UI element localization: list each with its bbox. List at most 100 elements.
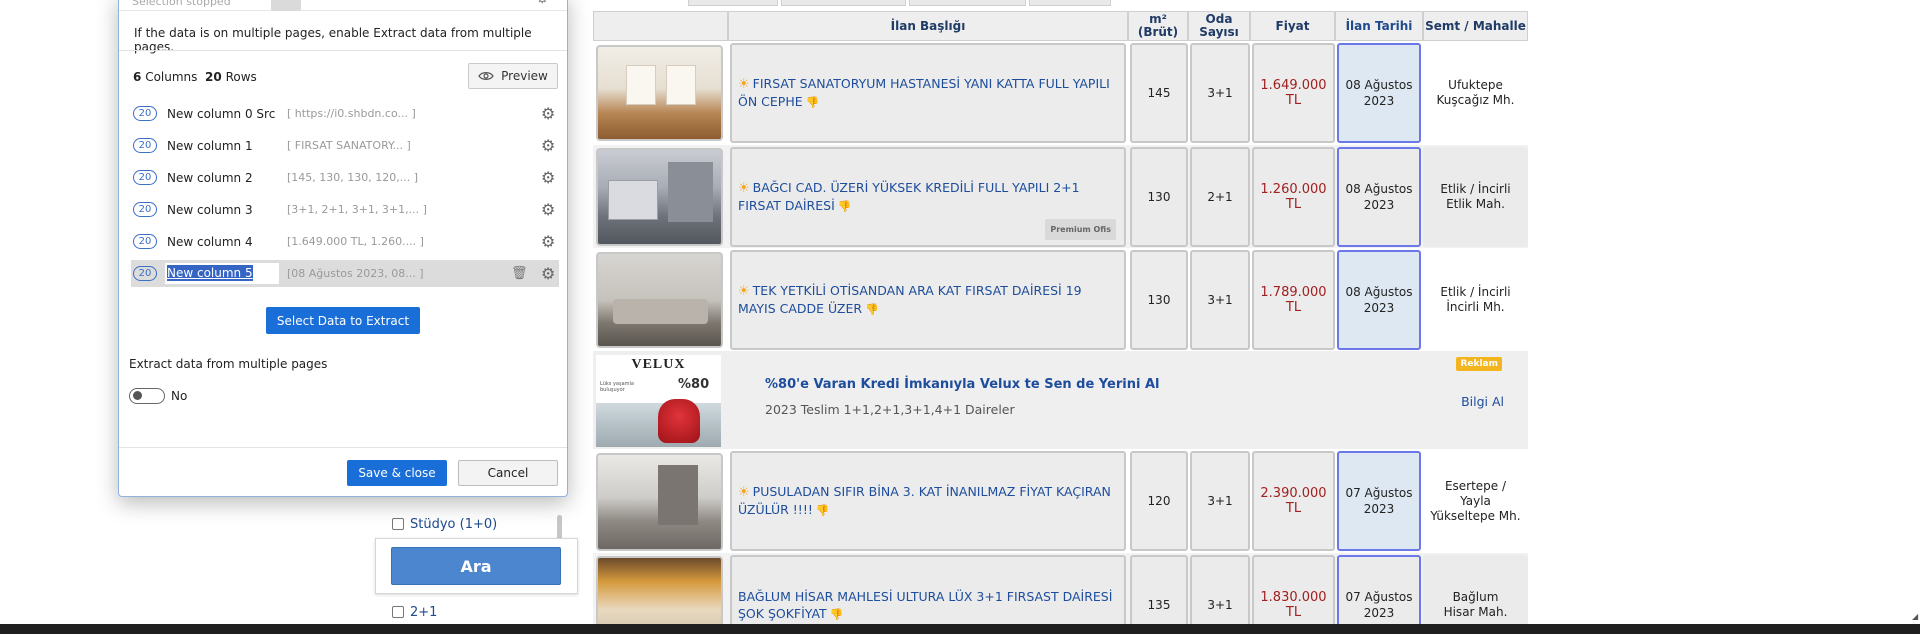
header-title[interactable]: İlan Başlığı <box>728 11 1128 41</box>
listing-date: 07 Ağustos 2023 <box>1337 451 1421 551</box>
tab-strip <box>593 0 1528 6</box>
row-count-badge: 20 <box>133 170 157 185</box>
listing-area: 120 <box>1130 451 1188 551</box>
row-count-badge: 20 <box>133 202 157 217</box>
checkbox[interactable] <box>392 606 404 618</box>
columns-rows-summary: 6 Columns 20 Rows <box>133 70 257 84</box>
listing-photo[interactable] <box>596 252 723 348</box>
listing-rooms: 3+1 <box>1190 555 1250 624</box>
column-name-input[interactable]: New column 5 <box>165 263 279 284</box>
column-name[interactable]: New column 4 <box>167 235 253 249</box>
taskbar-strip <box>0 624 1920 634</box>
row-count-badge: 20 <box>133 106 157 121</box>
column-sample: [1.649.000 TL, 1.260.... ] <box>287 235 424 248</box>
header-price[interactable]: Fiyat <box>1250 11 1335 41</box>
column-row-selected[interactable]: 20 New column 5 [08 Ağustos 2023, 08... … <box>131 260 559 287</box>
listing-location: Bağlum Hisar Mah. <box>1423 555 1528 624</box>
column-name[interactable]: New column 2 <box>167 171 253 185</box>
table-row[interactable]: BAĞLUM HİSAR MAHLESİ ULTURA LÜX 3+1 FIRS… <box>593 553 1528 624</box>
column-row[interactable]: 20 New column 1 [ FIRSAT SANATORY... ] ⚙ <box>131 132 559 159</box>
selection-status: Selection stopped <box>132 0 231 8</box>
listing-location: Etlik / İncirli İncirli Mh. <box>1440 285 1511 314</box>
gear-icon[interactable]: ⚙ <box>541 264 555 283</box>
gear-icon[interactable]: ⚙ <box>541 200 555 219</box>
listing-photo[interactable] <box>596 45 723 141</box>
preview-button[interactable]: Preview <box>468 63 558 89</box>
header-location[interactable]: Semt / Mahalle <box>1423 11 1528 41</box>
listing-location: Etlik / İncirli Etlik Mah. <box>1423 147 1528 247</box>
column-row[interactable]: 20 New column 2 [145, 130, 130, 120,... … <box>131 164 559 191</box>
listing-price: 1.260.000 TL <box>1252 147 1335 247</box>
table-row[interactable]: ☀ BAĞCI CAD. ÜZERİ YÜKSEK KREDİLİ FULL YA… <box>593 145 1528 248</box>
listing-date: 08 Ağustos 2023 <box>1337 147 1421 247</box>
column-row[interactable]: 20 New column 4 [1.649.000 TL, 1.260....… <box>131 228 559 255</box>
tab-stub[interactable] <box>688 0 778 6</box>
gear-icon[interactable]: ⚙ <box>541 232 555 251</box>
ad-row[interactable]: VELUX Lüks yaşamla buluşuyor %80 %80'e V… <box>593 351 1528 449</box>
listing-rooms: 2+1 <box>1190 147 1250 247</box>
column-sample: [145, 130, 130, 120,... ] <box>287 171 419 184</box>
trash-icon[interactable]: 🗑 <box>511 266 528 281</box>
gear-icon[interactable]: ⚙ <box>541 104 555 123</box>
thumbs-icon: 👎 <box>865 303 879 316</box>
table-row[interactable]: ☀ PUSULADAN SIFIR BİNA 3. KAT İNANILMAZ F… <box>593 449 1528 553</box>
tab-stub[interactable] <box>781 0 906 6</box>
listing-price: 1.830.000 TL <box>1252 555 1335 624</box>
gear-icon[interactable]: ⚙ <box>541 136 555 155</box>
header-rooms[interactable]: Oda Sayısı <box>1188 11 1250 41</box>
header-date[interactable]: İlan Tarihi <box>1335 11 1423 41</box>
thumbs-icon: 👎 <box>805 96 820 109</box>
ad-title[interactable]: %80'e Varan Kredi İmkanıyla Velux te Sen… <box>765 377 1159 392</box>
eye-icon <box>478 72 494 80</box>
checkbox[interactable] <box>392 518 404 530</box>
column-row[interactable]: 20 New column 0 Src [ https://i0.shbdn.c… <box>131 100 559 127</box>
listing-rooms: 3+1 <box>1190 451 1250 551</box>
table-row[interactable]: ☀ TEK YETKİLİ OTİSANDAN ARA KAT FIRSAT DA… <box>593 248 1528 351</box>
listing-title[interactable]: ☀ TEK YETKİLİ OTİSANDAN ARA KAT FIRSAT DA… <box>730 250 1126 350</box>
header-area[interactable]: m² (Brüt) <box>1128 11 1188 41</box>
scroll-arrow-icon[interactable]: ◢ <box>1912 612 1920 621</box>
column-name[interactable]: New column 1 <box>167 139 253 153</box>
ad-info-link[interactable]: Bilgi Al <box>1461 394 1504 409</box>
listing-price: 2.390.000 TL <box>1252 451 1335 551</box>
sun-icon: ☀ <box>738 284 750 299</box>
select-data-button[interactable]: Select Data to Extract <box>266 307 420 334</box>
tab-stub[interactable] <box>1029 0 1111 6</box>
listing-price: 1.789.000 TL <box>1252 250 1335 350</box>
multi-pages-heading: Extract data from multiple pages <box>129 357 328 371</box>
listing-title[interactable]: ☀ BAĞCI CAD. ÜZERİ YÜKSEK KREDİLİ FULL YA… <box>730 147 1126 247</box>
listing-location: Ufuktepe Kuşcağız Mh. <box>1436 78 1515 107</box>
column-sample: [ FIRSAT SANATORY... ] <box>287 139 411 152</box>
listing-date: 08 Ağustos 2023 <box>1337 43 1421 143</box>
listing-rooms: 3+1 <box>1190 43 1250 143</box>
row-count-badge: 20 <box>133 138 157 153</box>
listing-title[interactable]: BAĞLUM HİSAR MAHLESİ ULTURA LÜX 3+1 FIRS… <box>730 555 1126 624</box>
extract-data-dialog: Selection stopped ⚙ If the data is on mu… <box>118 0 568 497</box>
listing-title[interactable]: ☀ FIRSAT SANATORYUM HASTANESİ YANI KATTA … <box>730 43 1126 143</box>
filter-option[interactable]: 2+1 <box>392 603 437 621</box>
filter-option[interactable]: Stüdyo (1+0) <box>392 515 497 533</box>
listing-area: 130 <box>1130 147 1188 247</box>
search-button[interactable]: Ara <box>391 547 561 585</box>
gear-icon[interactable]: ⚙ <box>536 0 549 7</box>
table-row[interactable]: ☀ FIRSAT SANATORYUM HASTANESİ YANI KATTA … <box>593 41 1528 145</box>
listing-area: 130 <box>1130 250 1188 350</box>
ad-subtitle: 2023 Teslim 1+1,2+1,3+1,4+1 Daireler <box>765 402 1015 417</box>
listing-photo[interactable] <box>596 453 723 551</box>
gear-icon[interactable]: ⚙ <box>541 168 555 187</box>
listing-table: İlan Başlığı m² (Brüt) Oda Sayısı Fiyat … <box>593 0 1528 624</box>
ad-image[interactable]: VELUX Lüks yaşamla buluşuyor %80 <box>596 355 721 447</box>
divider <box>119 447 567 448</box>
listing-photo[interactable] <box>596 556 723 624</box>
save-close-button[interactable]: Save & close <box>347 460 447 486</box>
column-name[interactable]: New column 3 <box>167 203 253 217</box>
column-row[interactable]: 20 New column 3 [3+1, 2+1, 3+1, 3+1,... … <box>131 196 559 223</box>
multi-pages-toggle[interactable] <box>129 388 165 404</box>
listing-title[interactable]: ☀ PUSULADAN SIFIR BİNA 3. KAT İNANILMAZ F… <box>730 451 1126 551</box>
listing-photo[interactable] <box>596 148 723 246</box>
cancel-button[interactable]: Cancel <box>458 460 558 486</box>
column-name[interactable]: New column 0 Src <box>167 107 275 121</box>
tab-stub[interactable] <box>909 0 1026 6</box>
selection-toggle-button[interactable] <box>271 0 301 11</box>
row-count-badge: 20 <box>133 234 157 249</box>
